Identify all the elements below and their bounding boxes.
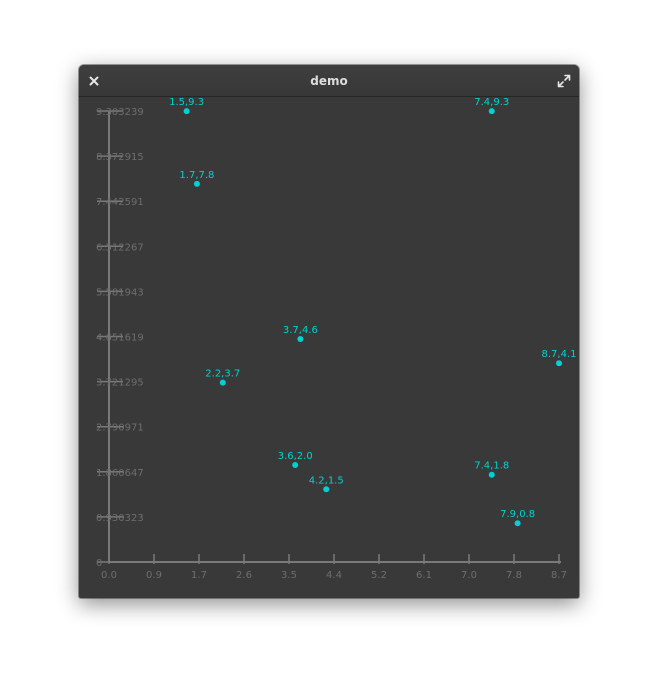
maximize-icon: [557, 74, 571, 88]
data-point-label: 7.4,1.8: [474, 461, 509, 472]
app-window: demo 0 0.930323 1.860647 2.790971 3.721295 4.…: [79, 65, 579, 598]
data-point-label: 8.7,4.1: [542, 349, 577, 360]
y-axis: 0 0.930323 1.860647 2.790971 3.721295 4.65161…: [96, 107, 144, 569]
y-tick-label: 5.581943: [96, 287, 144, 298]
y-tick-label: 0.930323: [96, 513, 144, 524]
x-tick-label: 3.5: [281, 570, 297, 581]
data-point: [219, 379, 226, 386]
y-tick-label: 6.512267: [96, 242, 144, 253]
y-tick-label: 4.651619: [96, 333, 144, 344]
x-tick-label: 1.7: [191, 570, 207, 581]
data-point-label: 2.2,3.7: [205, 369, 240, 380]
maximize-button[interactable]: [556, 73, 572, 89]
data-point-label: 3.7,4.6: [283, 325, 318, 336]
data-point-label: 7.4,9.3: [474, 97, 509, 108]
x-tick-label: 0.9: [146, 570, 162, 581]
data-point: [514, 520, 521, 527]
scatter-chart: 0 0.930323 1.860647 2.790971 3.721295 4.65161…: [96, 97, 577, 581]
data-point: [556, 360, 562, 367]
data-point-label: 1.7,7.8: [179, 170, 214, 181]
x-tick-label: 8.7: [551, 570, 567, 581]
x-axis: 0.0 0.9 1.7 2.6 3.5 4.4 5.2 6.1 7.0 7.8 8.7: [101, 554, 567, 581]
x-tick-label: 5.2: [371, 570, 387, 581]
x-tick-label: 4.4: [326, 570, 342, 581]
data-point: [183, 108, 190, 115]
y-tick-label: 1.860647: [96, 468, 144, 479]
y-tick-label: 0: [96, 558, 102, 569]
data-point-label: 3.6,2.0: [278, 451, 313, 462]
x-tick-label: 0.0: [101, 570, 117, 581]
data-point-label: 4.2,1.5: [309, 475, 344, 486]
y-tick-label: 2.790971: [96, 423, 144, 434]
x-tick-label: 6.1: [416, 570, 432, 581]
data-point-label: 1.5,9.3: [169, 97, 204, 108]
y-tick-label: 9.303239: [96, 107, 144, 118]
x-tick-label: 2.6: [236, 570, 252, 581]
title-bar[interactable]: demo: [79, 65, 579, 97]
data-point: [488, 471, 495, 478]
window-title: demo: [310, 74, 348, 88]
data-point-label: 7.9,0.8: [500, 509, 535, 520]
y-tick-label: 8.372915: [96, 152, 144, 163]
data-point: [323, 486, 330, 493]
data-point: [297, 336, 304, 343]
x-tick-label: 7.8: [506, 570, 522, 581]
y-tick-label: 3.721295: [96, 378, 144, 389]
plot-area: 0 0.930323 1.860647 2.790971 3.721295 4.65161…: [79, 97, 579, 598]
data-point: [292, 462, 299, 469]
data-point: [488, 108, 495, 115]
x-tick-label: 7.0: [461, 570, 477, 581]
data-point: [193, 180, 200, 187]
data-points: 1.5,9.3 7.4,9.3 1.7,7.8 3.7,4.6 8.7,4.1 2.2,3…: [169, 97, 577, 527]
y-tick-label: 7.442591: [96, 197, 144, 208]
